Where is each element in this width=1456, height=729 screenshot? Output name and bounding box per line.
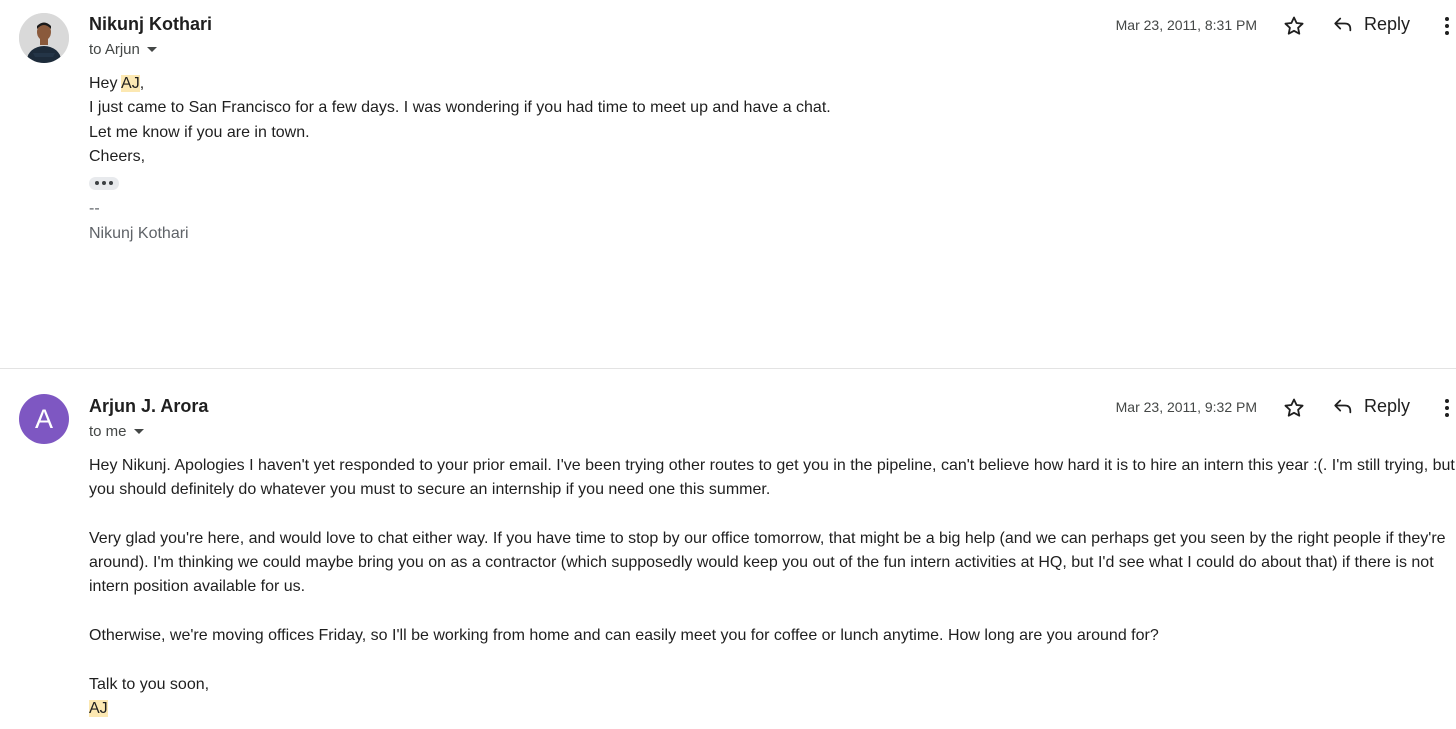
sender-avatar[interactable] <box>19 13 69 63</box>
signature-separator: -- <box>89 200 100 218</box>
caret-down-icon <box>146 47 157 52</box>
signoff-line: AJ <box>89 697 1455 721</box>
avatar-photo <box>19 13 69 63</box>
recipient-label: to me <box>89 423 127 440</box>
greeting-line: Hey AJ, <box>89 72 1455 96</box>
more-vert-icon[interactable] <box>1440 14 1454 38</box>
body-paragraph: Otherwise, we're moving offices Friday, … <box>89 627 1159 645</box>
ellipsis-dot <box>95 181 100 186</box>
greeting-suffix: , <box>139 75 145 92</box>
body-line: I just came to San Francisco for a few d… <box>89 99 831 117</box>
signature-name: Nikunj Kothari <box>89 224 189 242</box>
sender-avatar[interactable]: A <box>19 394 69 444</box>
star-icon[interactable] <box>1282 14 1306 38</box>
closing-line: Talk to you soon, <box>89 675 210 693</box>
body-line: Cheers, <box>89 147 146 165</box>
reply-label: Reply <box>1364 13 1411 34</box>
show-trimmed-content-button[interactable] <box>89 176 119 190</box>
reply-label: Reply <box>1364 395 1411 416</box>
body-paragraph: Very glad you're here, and would love to… <box>89 529 1446 596</box>
more-vert-icon[interactable] <box>1440 396 1454 420</box>
greeting-prefix: Hey <box>89 75 122 92</box>
reply-arrow-icon <box>1334 17 1352 32</box>
recipient-label: to Arjun <box>89 41 140 58</box>
message-body: Hey Nikunj. Apologies I haven't yet resp… <box>89 454 1455 721</box>
star-icon[interactable] <box>1282 396 1306 420</box>
email-message: A Arjun J. Arora to me Mar 23, 2011, 9:3… <box>0 369 1456 729</box>
message-date: Mar 23, 2011, 8:31 PM <box>1115 17 1257 33</box>
sender-name[interactable]: Nikunj Kothari <box>89 14 212 35</box>
highlighted-name: AJ <box>89 699 108 717</box>
sender-name[interactable]: Arjun J. Arora <box>89 396 208 417</box>
body-paragraph: Hey Nikunj. Apologies I haven't yet resp… <box>89 457 1455 499</box>
reply-button[interactable]: Reply <box>1332 13 1410 35</box>
caret-down-icon <box>133 429 144 434</box>
recipient-details-toggle[interactable]: to me <box>89 423 144 440</box>
message-date: Mar 23, 2011, 9:32 PM <box>1115 399 1257 415</box>
reply-button[interactable]: Reply <box>1332 395 1410 417</box>
message-body: Hey AJ, I just came to San Francisco for… <box>89 72 1455 246</box>
reply-arrow-icon <box>1334 399 1352 414</box>
email-message: Nikunj Kothari to Arjun Mar 23, 2011, 8:… <box>0 0 1456 368</box>
recipient-details-toggle[interactable]: to Arjun <box>89 41 157 58</box>
ellipsis-dot <box>108 181 113 186</box>
highlighted-name: AJ <box>121 75 140 92</box>
email-thread: Nikunj Kothari to Arjun Mar 23, 2011, 8:… <box>0 0 1456 729</box>
body-line: Let me know if you are in town. <box>89 123 310 141</box>
ellipsis-dot <box>102 181 106 186</box>
